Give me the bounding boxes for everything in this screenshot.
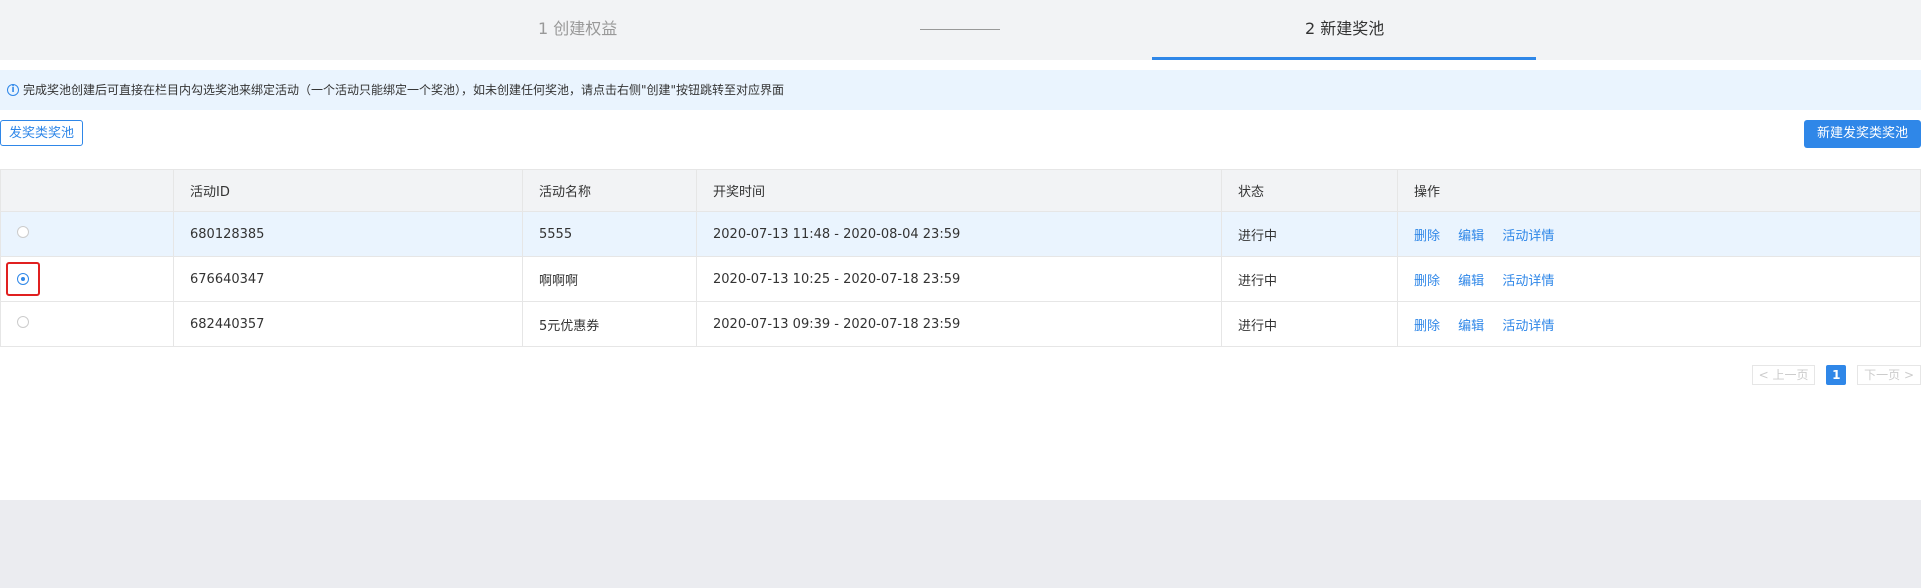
- select-cell: [0, 301, 174, 347]
- status-cell: 进行中: [1221, 256, 1398, 302]
- column-header-draw-time: 开奖时间: [696, 169, 1222, 212]
- status-cell: 进行中: [1221, 301, 1398, 347]
- activity-name-cell: 5555: [522, 211, 697, 257]
- step-new-pool[interactable]: 2 新建奖池: [1305, 18, 1384, 40]
- new-pool-button[interactable]: 新建发奖类奖池: [1803, 120, 1921, 148]
- row-radio-selected[interactable]: [17, 272, 29, 285]
- main-panel: i 完成奖池创建后可直接在栏目内勾选奖池来绑定活动（一个活动只能绑定一个奖池），…: [0, 60, 1921, 500]
- select-cell: [0, 211, 174, 257]
- activity-id-cell: 676640347: [173, 256, 523, 302]
- table-row[interactable]: 676640347 啊啊啊 2020-07-13 10:25 - 2020-07…: [0, 256, 1921, 302]
- column-header-actions: 操作: [1397, 169, 1921, 212]
- draw-time-cell: 2020-07-13 11:48 - 2020-08-04 23:59: [696, 211, 1222, 257]
- edit-link[interactable]: 编辑: [1458, 229, 1484, 244]
- activity-table: 活动ID 活动名称 开奖时间 状态 操作 680128385 5555 2020…: [0, 169, 1921, 347]
- pagination: < 上一页 1 下一页 >: [1745, 365, 1921, 385]
- actions-cell: 删除 编辑 活动详情: [1397, 211, 1921, 257]
- delete-link[interactable]: 删除: [1414, 229, 1440, 244]
- detail-link[interactable]: 活动详情: [1502, 274, 1554, 289]
- activity-name-cell: 5元优惠券: [522, 301, 697, 347]
- info-icon: i: [7, 84, 19, 96]
- step-divider: [920, 29, 1000, 30]
- step-bar: 1 创建权益 2 新建奖池: [0, 0, 1921, 60]
- pool-type-tab[interactable]: 发奖类奖池: [0, 120, 84, 146]
- notice-text: 完成奖池创建后可直接在栏目内勾选奖池来绑定活动（一个活动只能绑定一个奖池），如未…: [23, 83, 785, 97]
- notice-banner: i 完成奖池创建后可直接在栏目内勾选奖池来绑定活动（一个活动只能绑定一个奖池），…: [0, 70, 1921, 110]
- current-page[interactable]: 1: [1826, 365, 1847, 385]
- actions-cell: 删除 编辑 活动详情: [1397, 301, 1921, 347]
- table-row[interactable]: 680128385 5555 2020-07-13 11:48 - 2020-0…: [0, 211, 1921, 257]
- select-column-header: [0, 169, 174, 212]
- delete-link[interactable]: 删除: [1414, 274, 1440, 289]
- prev-page-button[interactable]: < 上一页: [1751, 365, 1816, 385]
- table-row[interactable]: 682440357 5元优惠券 2020-07-13 09:39 - 2020-…: [0, 301, 1921, 347]
- table-header-row: 活动ID 活动名称 开奖时间 状态 操作: [0, 169, 1921, 212]
- activity-id-cell: 682440357: [173, 301, 523, 347]
- step-create-rights[interactable]: 1 创建权益: [538, 18, 617, 40]
- edit-link[interactable]: 编辑: [1458, 319, 1484, 334]
- column-header-status: 状态: [1221, 169, 1398, 212]
- row-radio[interactable]: [17, 316, 29, 328]
- status-cell: 进行中: [1221, 211, 1398, 257]
- delete-link[interactable]: 删除: [1414, 319, 1440, 334]
- select-cell: [0, 256, 174, 302]
- activity-name-cell: 啊啊啊: [522, 256, 697, 302]
- draw-time-cell: 2020-07-13 10:25 - 2020-07-18 23:59: [696, 256, 1222, 302]
- detail-link[interactable]: 活动详情: [1502, 229, 1554, 244]
- edit-link[interactable]: 编辑: [1458, 274, 1484, 289]
- column-header-activity-name: 活动名称: [522, 169, 697, 212]
- draw-time-cell: 2020-07-13 09:39 - 2020-07-18 23:59: [696, 301, 1222, 347]
- detail-link[interactable]: 活动详情: [1502, 319, 1554, 334]
- selected-radio-highlight: [6, 262, 40, 296]
- next-page-button[interactable]: 下一页 >: [1857, 365, 1921, 385]
- row-radio[interactable]: [17, 226, 29, 238]
- column-header-activity-id: 活动ID: [173, 169, 523, 212]
- actions-cell: 删除 编辑 活动详情: [1397, 256, 1921, 302]
- activity-id-cell: 680128385: [173, 211, 523, 257]
